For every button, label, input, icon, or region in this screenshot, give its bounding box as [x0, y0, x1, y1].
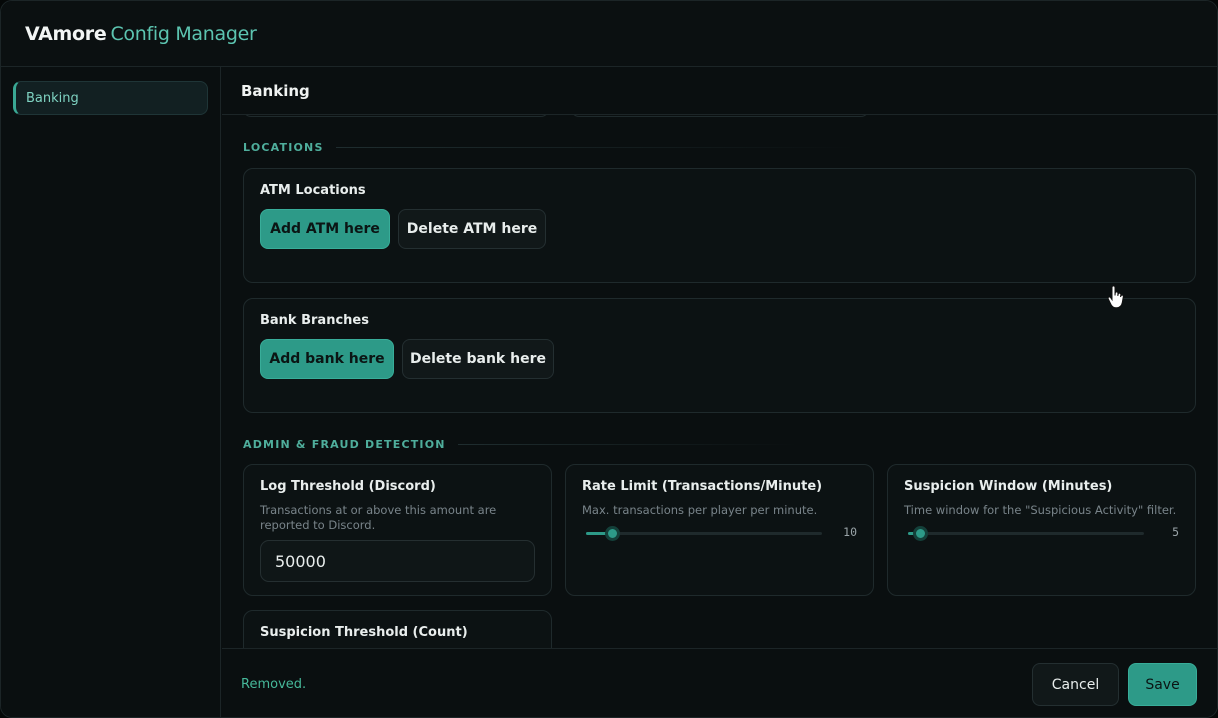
previous-field-edge	[243, 115, 549, 117]
delete-bank-button[interactable]: Delete bank here	[402, 339, 554, 379]
slider-value: 10	[843, 525, 857, 539]
footer-bar: Removed. Cancel Save	[222, 648, 1217, 717]
status-message: Removed.	[241, 677, 307, 692]
delete-atm-button[interactable]: Delete ATM here	[398, 209, 546, 249]
config-window: VAmore Config Manager Banking Banking LO…	[0, 0, 1218, 718]
card-title: Log Threshold (Discord)	[260, 479, 436, 494]
card-title: Bank Branches	[260, 313, 369, 328]
sidebar: Banking	[1, 67, 221, 717]
card-description: Max. transactions per player per minute.	[582, 503, 818, 517]
section-label-locations: LOCATIONS	[243, 141, 856, 154]
sidebar-item-banking[interactable]: Banking	[13, 81, 208, 115]
main-panel: Banking LOCATIONS ATM Locations Add ATM …	[222, 67, 1217, 717]
card-title: Rate Limit (Transactions/Minute)	[582, 479, 823, 494]
rate-limit-slider[interactable]	[586, 526, 822, 541]
previous-field-edge	[571, 115, 869, 117]
brand-name: VAmore	[25, 22, 107, 45]
suspicion-window-card: Suspicion Window (Minutes) Time window f…	[887, 464, 1196, 596]
suspicion-window-slider[interactable]	[908, 526, 1144, 541]
slider-thumb[interactable]	[604, 526, 620, 541]
rate-limit-card: Rate Limit (Transactions/Minute) Max. tr…	[565, 464, 874, 596]
slider-value: 5	[1172, 525, 1179, 539]
card-title: ATM Locations	[260, 183, 366, 198]
save-button[interactable]: Save	[1128, 663, 1197, 706]
card-description: Transactions at or above this amount are…	[260, 503, 497, 532]
title-bar: VAmore Config Manager	[1, 1, 1217, 67]
add-atm-button[interactable]: Add ATM here	[260, 209, 390, 249]
cancel-button[interactable]: Cancel	[1032, 663, 1119, 706]
add-bank-button[interactable]: Add bank here	[260, 339, 394, 379]
suspicion-threshold-card: Suspicion Threshold (Count)	[243, 610, 552, 648]
app-title: Config Manager	[110, 22, 257, 45]
card-title: Suspicion Window (Minutes)	[904, 479, 1113, 494]
log-threshold-card: Log Threshold (Discord) Transactions at …	[243, 464, 552, 596]
page-title: Banking	[222, 67, 1217, 115]
card-title: Suspicion Threshold (Count)	[260, 625, 468, 640]
bank-branches-card: Bank Branches Add bank here Delete bank …	[243, 298, 1196, 413]
slider-thumb[interactable]	[912, 526, 928, 541]
card-description: Time window for the "Suspicious Activity…	[904, 503, 1177, 517]
section-label-admin-fraud: ADMIN & FRAUD DETECTION	[243, 438, 798, 451]
hand-pointer-icon	[1107, 285, 1124, 309]
sidebar-item-label: Banking	[26, 90, 79, 106]
log-threshold-input[interactable]	[260, 540, 535, 582]
atm-locations-card: ATM Locations Add ATM here Delete ATM he…	[243, 168, 1196, 283]
settings-scroll-area[interactable]: LOCATIONS ATM Locations Add ATM here Del…	[222, 115, 1217, 648]
